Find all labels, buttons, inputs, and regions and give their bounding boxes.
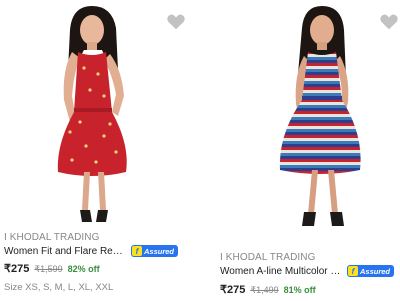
product-title-row[interactable]: Women Fit and Flare Red D... f Assured xyxy=(4,245,179,257)
product-card[interactable]: I KHODAL TRADING Women A-line Multicolor… xyxy=(200,0,400,301)
heart-icon[interactable] xyxy=(166,13,186,31)
product-title[interactable]: Women A-line Multicolor Dr... xyxy=(220,266,344,277)
assured-label: Assured xyxy=(360,266,391,276)
original-price: ₹1,599 xyxy=(34,264,63,274)
product-image[interactable] xyxy=(200,0,400,250)
flipkart-f-icon: f xyxy=(348,266,358,276)
assured-label: Assured xyxy=(144,246,175,256)
original-price: ₹1,499 xyxy=(250,285,279,295)
selling-price: ₹275 xyxy=(220,284,246,296)
product-image[interactable] xyxy=(0,0,200,250)
product-grid: I KHODAL TRADING Women Fit and Flare Red… xyxy=(0,0,400,301)
product-title-row[interactable]: Women A-line Multicolor Dr... f Assured xyxy=(220,265,395,277)
discount-percent: 81% off xyxy=(283,285,316,295)
size-list: Size XS, S, M, L, XL, XXL xyxy=(4,282,114,293)
price-row: ₹275 ₹1,599 82% off xyxy=(4,262,100,275)
selling-price: ₹275 xyxy=(4,263,30,275)
heart-icon[interactable] xyxy=(379,13,399,31)
price-row: ₹275 ₹1,499 81% off xyxy=(220,283,316,296)
product-card[interactable]: I KHODAL TRADING Women Fit and Flare Red… xyxy=(0,0,200,301)
discount-percent: 82% off xyxy=(67,264,100,274)
product-brand: I KHODAL TRADING xyxy=(220,252,316,263)
flipkart-f-icon: f xyxy=(132,246,142,256)
product-brand: I KHODAL TRADING xyxy=(4,232,100,243)
product-title[interactable]: Women Fit and Flare Red D... xyxy=(4,246,128,257)
assured-badge: f Assured xyxy=(347,265,395,277)
assured-badge: f Assured xyxy=(131,245,179,257)
